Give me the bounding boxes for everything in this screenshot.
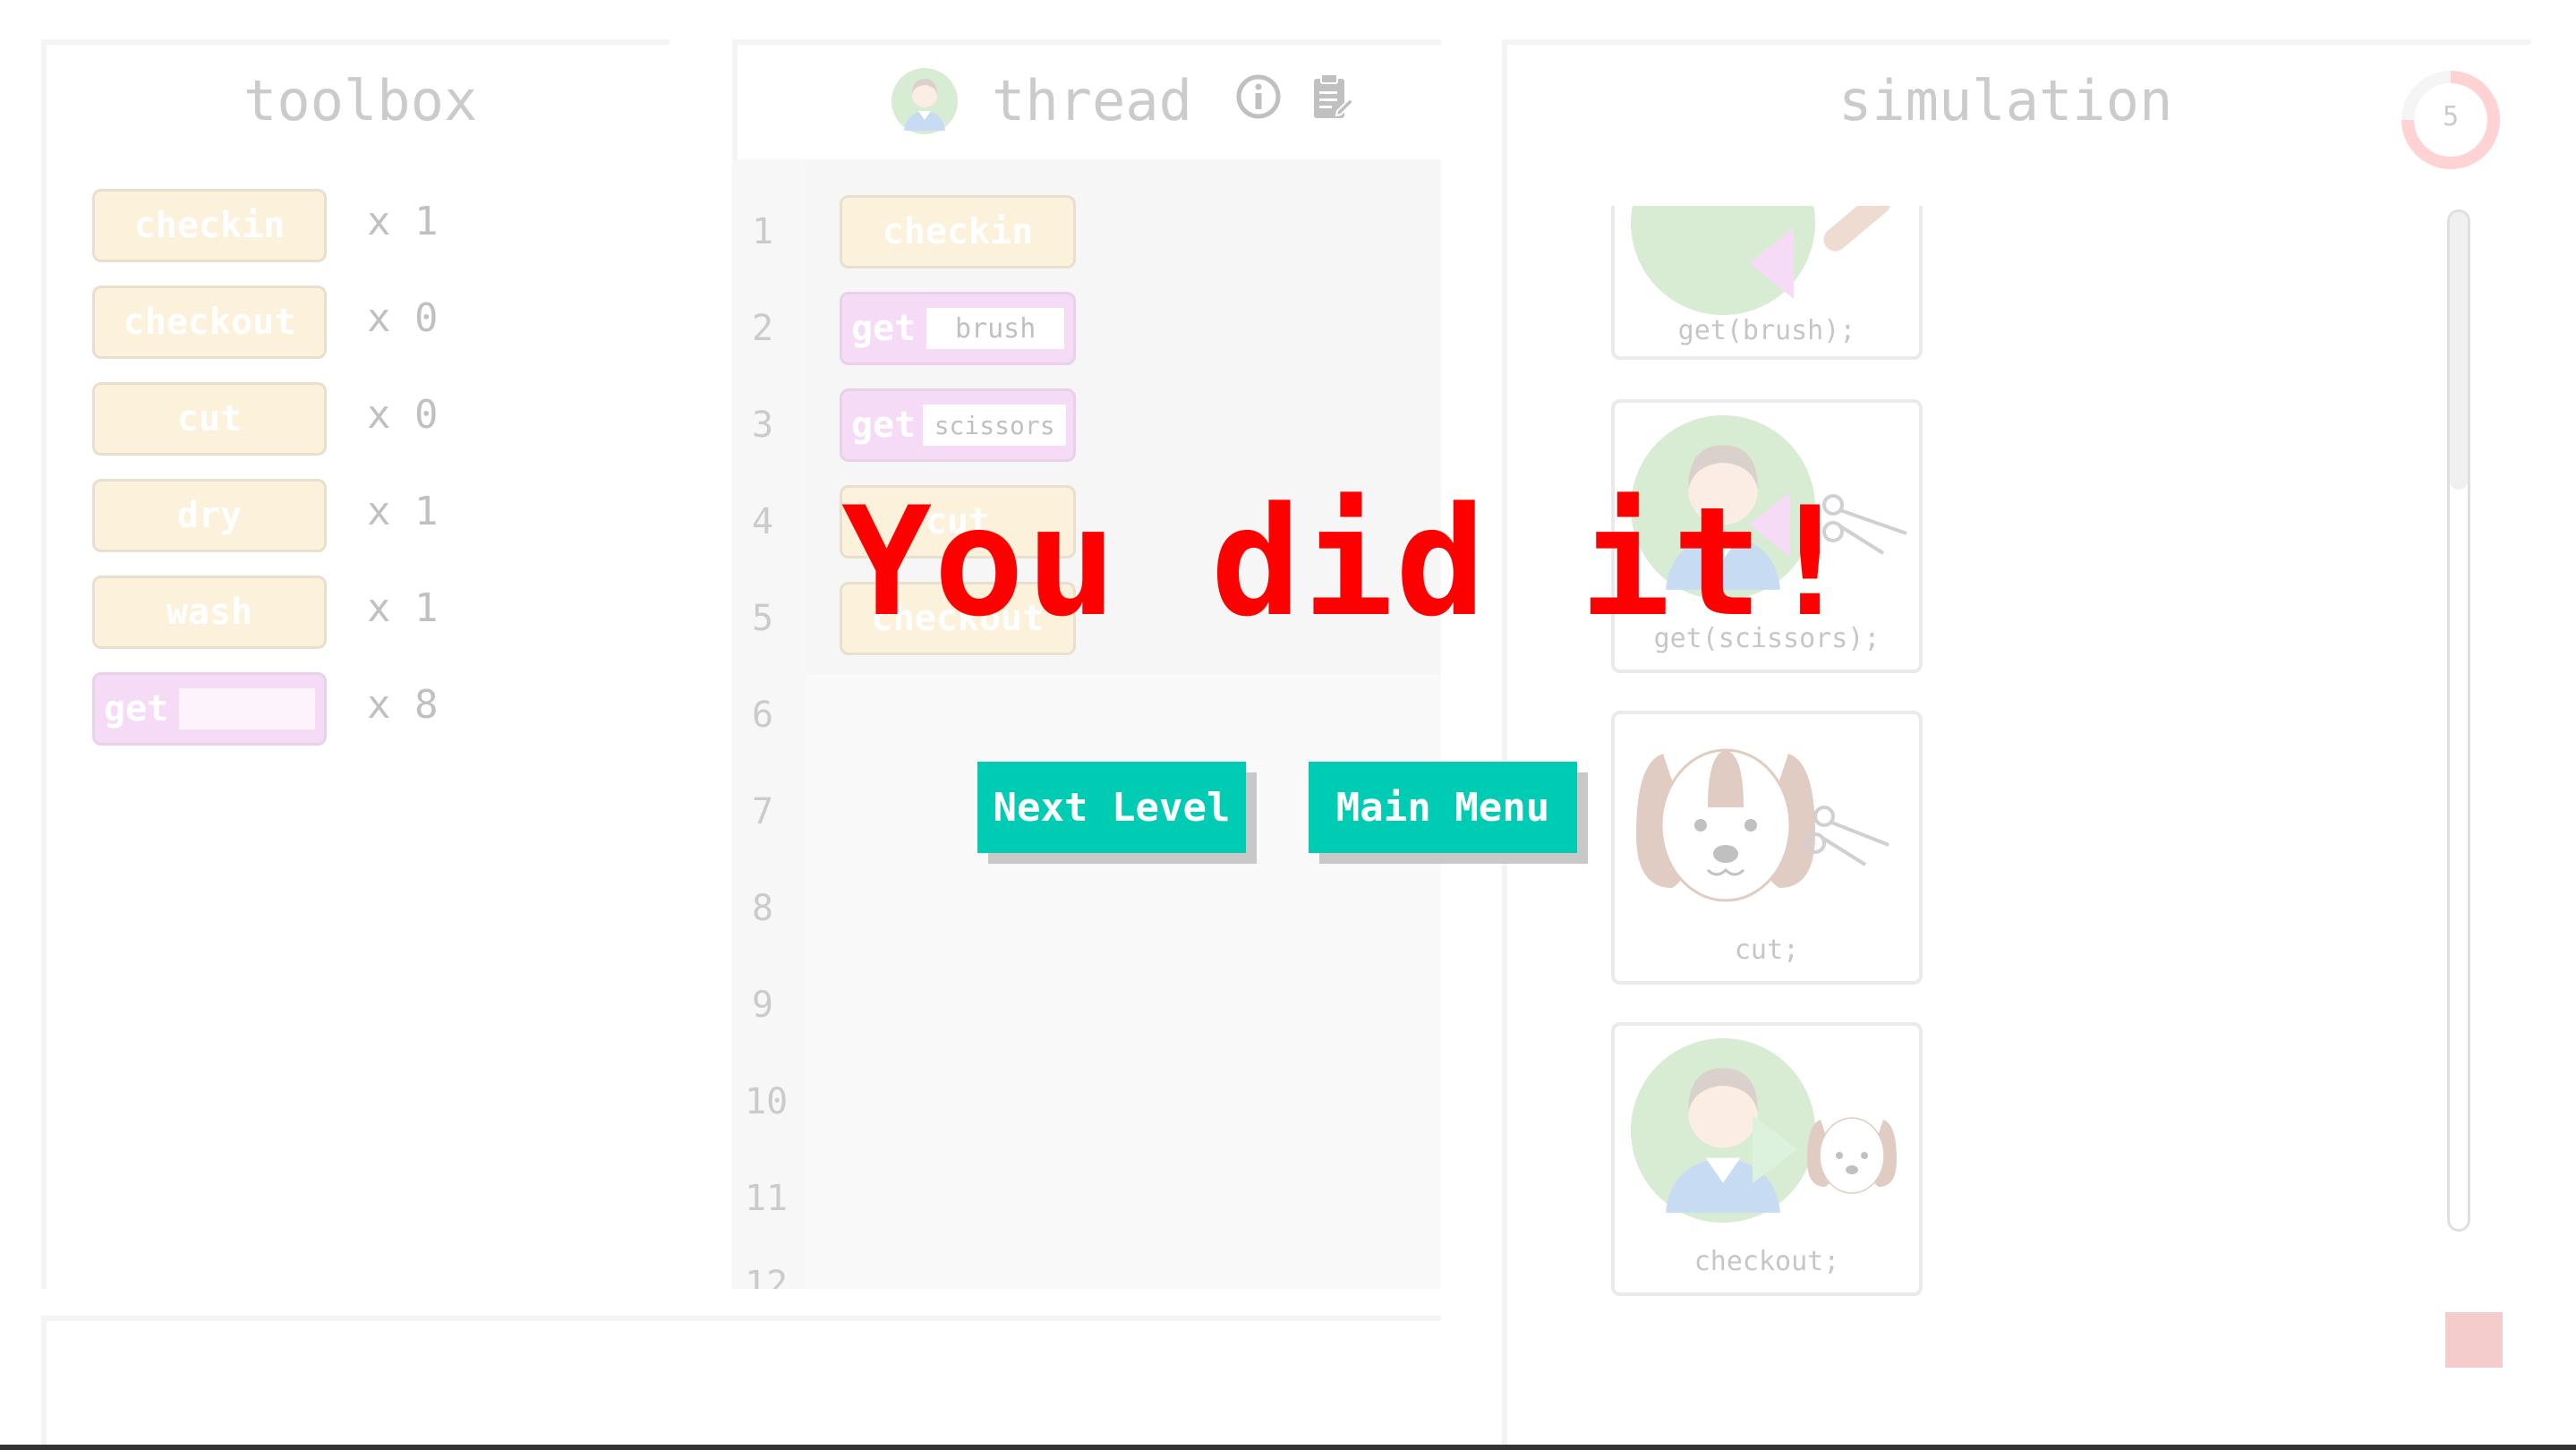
timer-value: 5 (2442, 101, 2460, 132)
code-block-checkin[interactable]: checkin (840, 195, 1076, 269)
step-caption: cut; (1734, 934, 1800, 966)
clipboard-icon[interactable] (1310, 72, 1355, 122)
line-number-clip: 12 (745, 1264, 788, 1289)
toolbox-block-wash[interactable]: wash (92, 576, 327, 649)
block-label: checkin (133, 205, 286, 246)
game-background: toolbox checkin x 1 checkout x 0 cut x 0… (0, 0, 2576, 1450)
person-icon (904, 79, 945, 131)
toolbox-count-cut: x 0 (367, 392, 439, 438)
next-level-button[interactable]: Next Level (977, 762, 1246, 853)
thread-title: thread (992, 68, 1192, 133)
sim-step-card: checkout; (1611, 1022, 1923, 1296)
block-arg[interactable]: scissors (923, 405, 1066, 446)
dog-icon (1627, 736, 1824, 915)
toolbox-count-wash: x 1 (367, 585, 439, 631)
console-panel (41, 1316, 1441, 1450)
block-label: get (851, 308, 917, 349)
toolbox-title: toolbox (243, 68, 478, 133)
toolbox-count-get: x 8 (367, 682, 439, 728)
brush-icon (1819, 206, 1896, 256)
block-label: get (851, 405, 917, 446)
simulation-title: simulation (1838, 68, 2173, 133)
toolbox-block-checkout[interactable]: checkout (92, 286, 327, 359)
arrow-right-icon (1753, 1115, 1797, 1183)
line-number: 2 (752, 308, 774, 349)
line-number: 9 (752, 985, 774, 1026)
code-block-get-scissors[interactable]: get scissors (840, 388, 1076, 462)
toolbox-block-cut[interactable]: cut (92, 382, 327, 456)
line-number: 6 (752, 695, 774, 736)
sim-scrollbar-thumb[interactable] (2450, 212, 2468, 490)
step-caption: checkout; (1693, 1246, 1840, 1277)
arrow-left-icon (1749, 227, 1794, 299)
block-label: dry (176, 495, 243, 536)
block-label: wash (166, 592, 253, 633)
line-number: 12 (745, 1264, 789, 1289)
toolbox-count-checkin: x 1 (367, 199, 439, 244)
block-label: get (104, 688, 169, 729)
toolbox-count-checkout: x 0 (367, 295, 439, 341)
toolbox-count-dry: x 1 (367, 489, 439, 534)
stop-button[interactable] (2445, 1312, 2503, 1368)
line-number: 3 (752, 405, 774, 446)
main-menu-button[interactable]: Main Menu (1309, 762, 1577, 853)
step-caption: get(brush); (1677, 315, 1856, 346)
toolbox-block-checkin[interactable]: checkin (92, 189, 327, 262)
line-number: 10 (745, 1081, 789, 1122)
line-number: 8 (752, 888, 774, 929)
info-icon[interactable] (1235, 73, 1282, 120)
line-number: 11 (745, 1178, 789, 1219)
block-arg[interactable]: brush (926, 308, 1064, 349)
code-block-get-brush[interactable]: get brush (840, 292, 1076, 365)
thread-avatar (891, 68, 958, 134)
sim-step-card: get(brush); (1611, 206, 1923, 360)
toolbox-block-dry[interactable]: dry (92, 479, 327, 552)
toolbox-block-get[interactable]: get (92, 672, 327, 746)
line-number: 7 (752, 791, 774, 832)
scissors-icon (1803, 804, 1892, 866)
sim-steps: get(brush); get(scissors); cut; checkout… (1611, 206, 1933, 1298)
sim-step-card: cut; (1611, 711, 1923, 985)
line-number: 5 (752, 598, 774, 639)
block-label: cut (176, 398, 243, 439)
screen-bottom-edge (0, 1445, 2576, 1450)
win-message: You did it! (841, 474, 1857, 650)
block-label: checkin (882, 211, 1034, 252)
block-arg-slot (179, 688, 315, 729)
line-number: 1 (752, 211, 774, 252)
line-number: 4 (752, 501, 774, 542)
dog-icon (1803, 1106, 1901, 1205)
block-label: checkout (123, 302, 296, 343)
